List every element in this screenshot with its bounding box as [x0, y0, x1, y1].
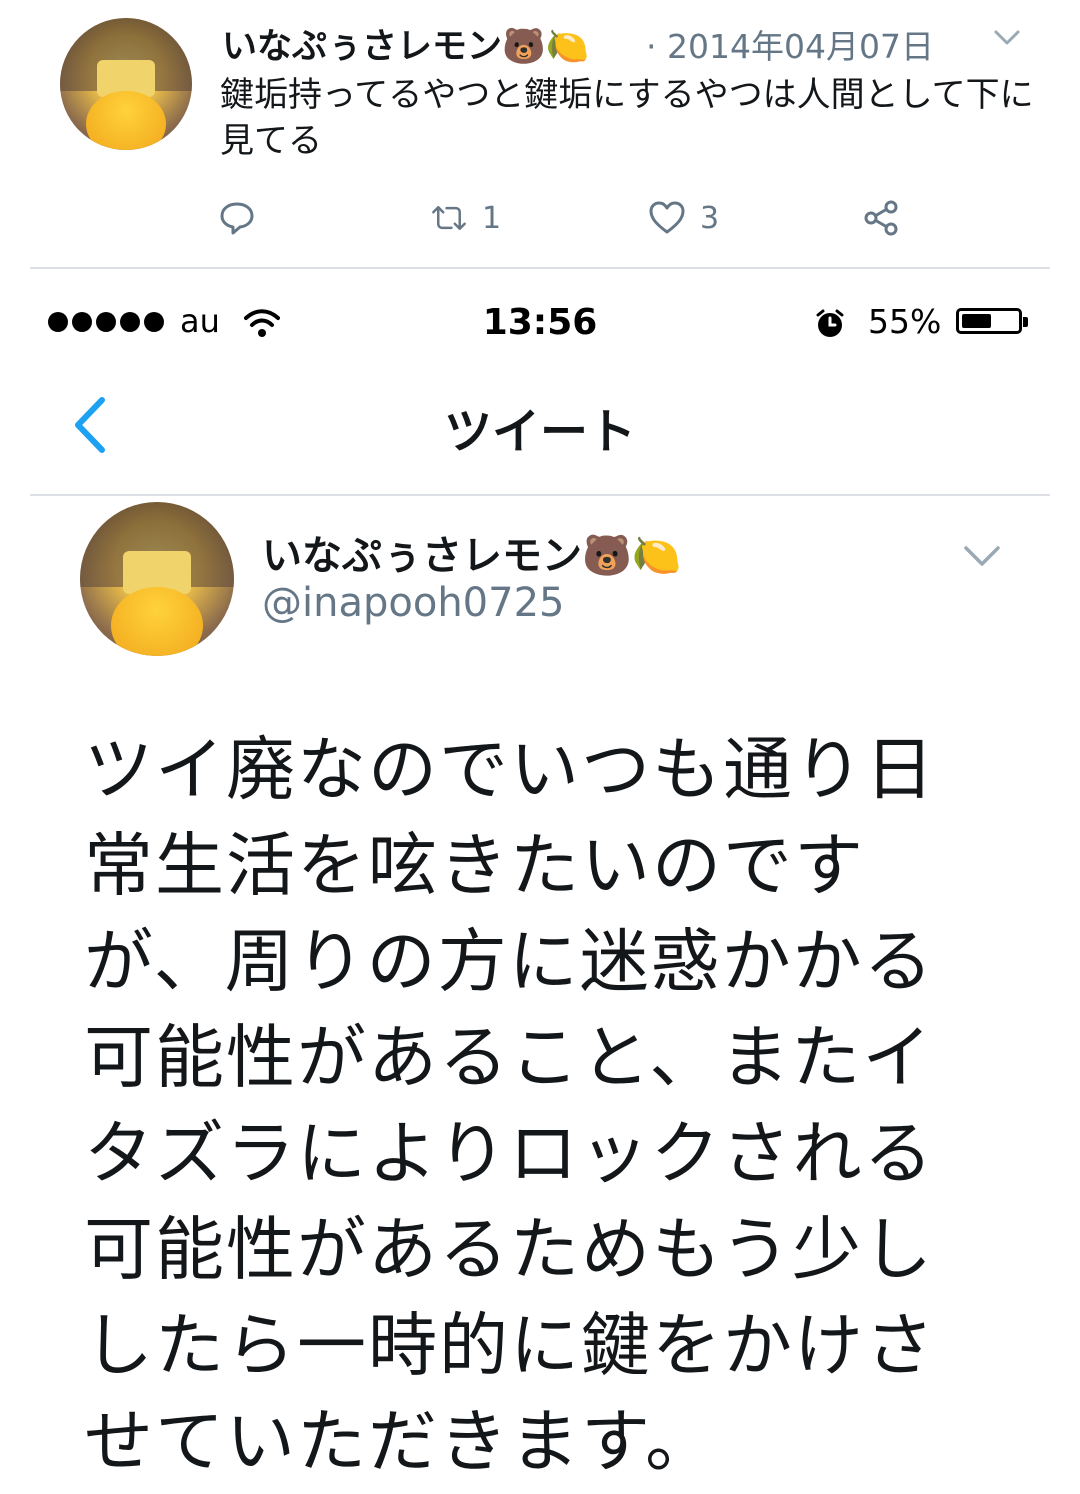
page-title: ツイート	[443, 404, 636, 460]
battery-fill	[962, 314, 991, 328]
alarm-icon	[816, 309, 844, 337]
tweet-text: 鍵垢持ってるやつと鍵垢にするやつは人間として下に見てる	[220, 75, 1034, 161]
display-name[interactable]: いなぷぅさレモン🐻🍋	[262, 523, 682, 581]
battery-icon	[956, 308, 1028, 334]
like-count: 3	[700, 200, 720, 236]
battery-percent: 55%	[868, 302, 942, 341]
tweet-date[interactable]: · 2014年04月07日	[646, 20, 934, 68]
retweet-icon	[432, 206, 466, 230]
display-name[interactable]: いなぷぅさレモン🐻🍋	[222, 18, 589, 69]
share-icon	[864, 200, 898, 236]
divider	[30, 494, 1050, 496]
reply-icon	[220, 202, 254, 235]
top-tweet[interactable]: いなぷぅさレモン🐻🍋 · 2014年04月07日 鍵垢持ってるやつと鍵垢にするや…	[0, 0, 1080, 268]
share-button[interactable]	[862, 195, 900, 241]
reply-button[interactable]	[218, 195, 256, 241]
like-button[interactable]: 3	[648, 195, 719, 241]
retweet-count: 1	[482, 200, 502, 236]
status-bar: au 13:56 55%	[0, 290, 1080, 360]
avatar[interactable]	[80, 502, 234, 656]
chevron-down-icon[interactable]	[992, 22, 1022, 52]
user-handle[interactable]: @inapooh0725	[262, 580, 564, 626]
divider	[30, 267, 1050, 269]
chevron-down-icon[interactable]	[960, 538, 1004, 574]
avatar[interactable]	[60, 18, 192, 150]
like-icon	[649, 201, 685, 234]
retweet-button[interactable]: 1	[430, 195, 501, 241]
tweet-text: ツイ廃なのでいつも通り日常生活を呟きたいのですが、周りの方に迷惑かかる可能性があ…	[84, 730, 936, 1482]
